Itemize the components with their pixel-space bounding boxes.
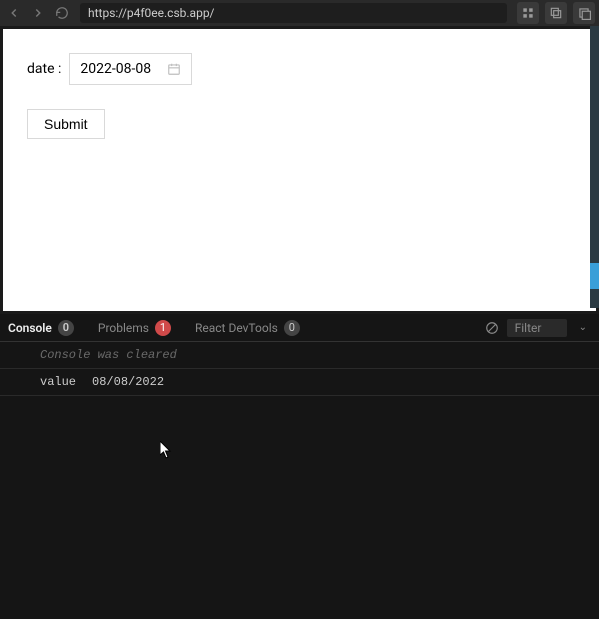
copy-icon[interactable]	[545, 2, 567, 24]
popout-icon[interactable]	[573, 2, 595, 24]
filter-input[interactable]: Filter	[507, 319, 567, 337]
clear-console-icon[interactable]	[485, 321, 499, 335]
console-log-value: 08/08/2022	[92, 375, 164, 389]
tab-react-devtools[interactable]: React DevTools 0	[195, 320, 300, 336]
calendar-icon	[167, 62, 181, 76]
submit-button[interactable]: Submit	[27, 109, 105, 139]
tab-problems[interactable]: Problems 1	[98, 320, 171, 336]
date-label: date :	[27, 61, 61, 77]
tab-console-label: Console	[8, 321, 52, 335]
preview-side-highlight	[590, 263, 599, 289]
date-form-row: date : 2022-08-08	[27, 53, 572, 85]
reload-button[interactable]	[52, 3, 72, 23]
date-value: 2022-08-08	[80, 61, 151, 77]
forward-button[interactable]	[28, 3, 48, 23]
tab-problems-label: Problems	[98, 321, 149, 335]
date-input[interactable]: 2022-08-08	[69, 53, 192, 85]
console-log-row: value 08/08/2022	[0, 369, 599, 396]
app-viewport: date : 2022-08-08 Submit	[3, 29, 596, 311]
url-text: https://p4f0ee.csb.app/	[88, 6, 215, 20]
console-output: Console was cleared value 08/08/2022	[0, 342, 599, 619]
console-log-key: value	[40, 375, 76, 389]
tab-console[interactable]: Console 0	[8, 320, 74, 336]
console-cleared-message: Console was cleared	[0, 342, 599, 369]
devtools-panel: Console 0 Problems 1 React DevTools 0 Fi…	[0, 314, 599, 619]
tab-react-label: React DevTools	[195, 321, 278, 335]
chevron-down-icon[interactable]: ⌄	[575, 322, 591, 333]
problems-badge: 1	[155, 320, 171, 336]
back-button[interactable]	[4, 3, 24, 23]
devtools-tabs: Console 0 Problems 1 React DevTools 0 Fi…	[0, 314, 599, 342]
url-bar[interactable]: https://p4f0ee.csb.app/	[80, 3, 507, 23]
react-badge: 0	[284, 320, 300, 336]
codesandbox-icon[interactable]	[517, 2, 539, 24]
console-badge: 0	[58, 320, 74, 336]
